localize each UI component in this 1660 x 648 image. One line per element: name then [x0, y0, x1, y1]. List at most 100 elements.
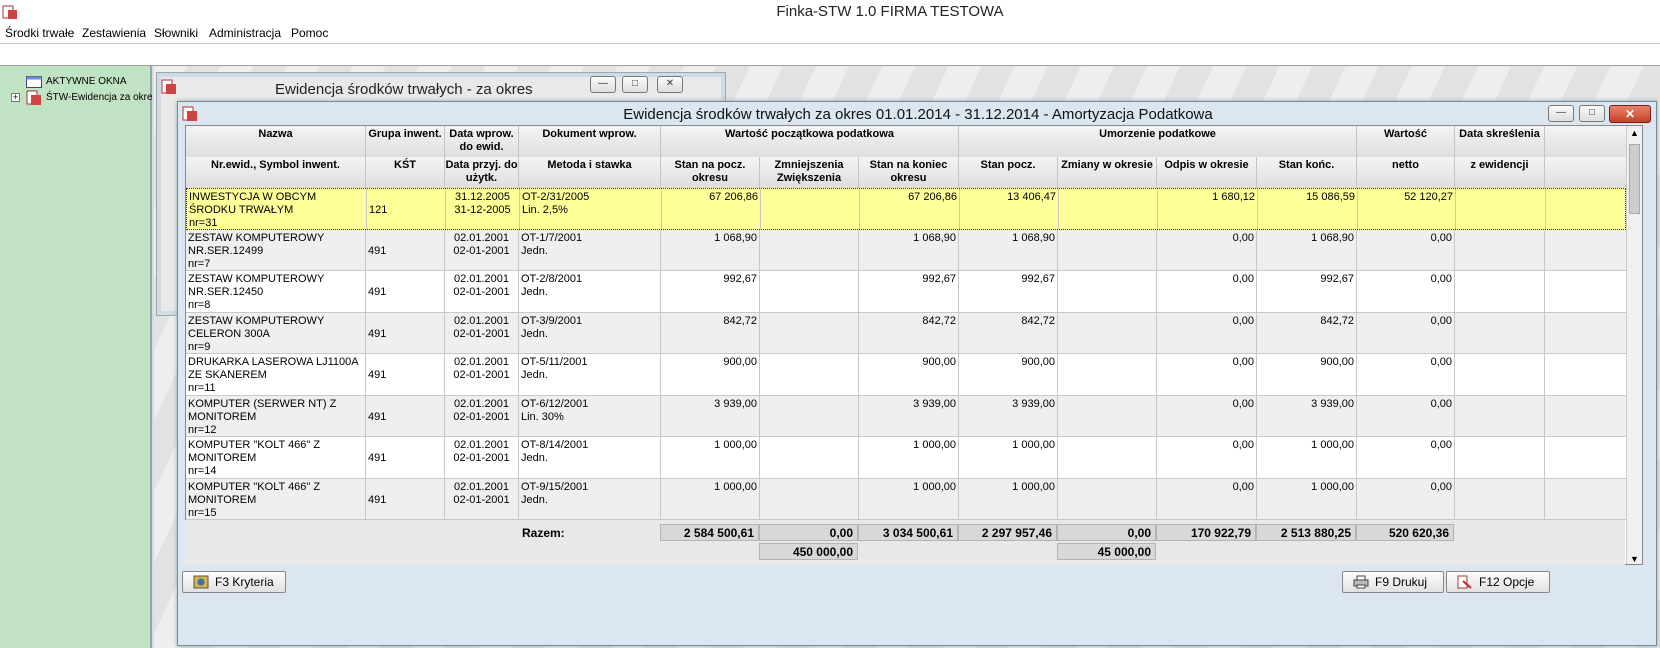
cell-text: INWESTYCJA W OBCYM ŚRODKU TRWAŁYM [189, 191, 317, 216]
table-row[interactable]: INWESTYCJA W OBCYM ŚRODKU TRWAŁYM nr=31 12… [186, 188, 1626, 230]
total-dep-change-increase: 45 000,00 [1057, 543, 1156, 560]
maximize-button[interactable]: □ [622, 76, 648, 93]
cell-dates: 02.01.2001 02-01-2001 [445, 312, 519, 353]
cell-u-chg [1058, 478, 1157, 519]
cell-u-chg [1058, 312, 1157, 353]
cell-text: OT-8/14/2001 [521, 439, 589, 451]
col-group-header[interactable]: Grupa inwent. [366, 126, 445, 157]
cell-start: 1 000,00 [661, 478, 760, 519]
col-method-header[interactable]: Metoda i stawka [519, 157, 661, 188]
col-dep-end-header[interactable]: Stan końc. [1257, 157, 1357, 188]
col-document-header[interactable]: Dokument wprow. [519, 126, 661, 157]
table-row[interactable]: ZESTAW KOMPUTEROWY CELERON 300A nr=9 491 02… [186, 312, 1626, 354]
cell-group: 491 [366, 229, 445, 270]
cell-dates: 02.01.2001 02-01-2001 [445, 395, 519, 436]
toolbar [0, 44, 1660, 66]
cell-odpis: 0,00 [1157, 312, 1257, 353]
col-number-header[interactable]: Nr.ewid., Symbol inwent. [186, 157, 366, 188]
assets-table[interactable]: Nazwa Grupa inwent. Data wprow. do ewid.… [185, 125, 1643, 565]
cell-text: nr=7 [188, 257, 211, 270]
total-change-increase: 450 000,00 [759, 543, 858, 560]
cell-end: 900,00 [859, 354, 959, 395]
cell-dates: 02.01.2001 02-01-2001 [445, 478, 519, 519]
menu-slowniki[interactable]: Słowniki [154, 26, 198, 40]
tree-child-label: ŚTW-Ewidencja za okre [46, 92, 153, 103]
col-writeoff-header[interactable]: Odpis w okresie [1157, 157, 1257, 188]
close-button[interactable]: ✕ [657, 76, 683, 93]
col-depreciation-header[interactable]: Umorzenie podatkowe [959, 126, 1357, 157]
col-start-header[interactable]: Stan na pocz. okresu [661, 157, 760, 188]
scroll-up-icon[interactable]: ▲ [1630, 128, 1639, 138]
cell-end: 1 000,00 [859, 478, 959, 519]
cell-dates: 02.01.2001 02-01-2001 [445, 271, 519, 312]
cell-text: Jedn. [521, 452, 548, 464]
col-value-header[interactable]: Wartość [1357, 126, 1455, 157]
cell-text: Jedn. [521, 493, 548, 506]
close-button[interactable]: ✕ [1609, 105, 1651, 123]
menu-pomoc[interactable]: Pomoc [291, 26, 328, 40]
menu-administracja[interactable]: Administracja [209, 26, 281, 40]
vertical-scrollbar[interactable]: ▲ ▼ [1626, 126, 1642, 564]
cell-text: 0,00 [1430, 273, 1452, 285]
table-row[interactable]: ZESTAW KOMPUTEROWY NR.SER.12499 nr=7 491 02… [186, 229, 1626, 271]
maximize-button[interactable]: □ [1579, 105, 1605, 122]
col-initial-value-header[interactable]: Wartość początkowa podatkowa [661, 126, 959, 157]
cell-u-end: 1 068,90 [1257, 229, 1357, 270]
col-end-header[interactable]: Stan na koniec okresu [859, 157, 959, 188]
col-deletion-header[interactable]: Data skreślenia [1455, 126, 1545, 157]
filter-icon [193, 575, 209, 589]
minimize-button[interactable]: — [590, 76, 616, 93]
col-dep-start-header[interactable]: Stan pocz. [959, 157, 1058, 188]
cell-text: 3 939,00 [913, 397, 956, 410]
criteria-button[interactable]: F3 Kryteria [182, 571, 286, 593]
cell-name: DRUKARKA LASEROWA LJ1100A ZE SKANEREM nr=… [186, 354, 366, 395]
col-accept-date-header[interactable]: Data przyj. do użytk. [445, 157, 519, 188]
cell-text: 31.12.2005 [454, 191, 511, 203]
menu-zestawienia[interactable]: Zestawienia [82, 26, 146, 40]
cell-chg [760, 437, 859, 478]
total-change: 0,00 [759, 524, 858, 541]
minimize-button[interactable]: — [1548, 105, 1574, 122]
cell-start: 1 068,90 [661, 229, 760, 270]
menu-srodki-trwale[interactable]: Środki trwałe [5, 26, 74, 40]
col-dep-change-header[interactable]: Zmiany w okresie [1058, 157, 1157, 188]
cell-text: 1 000,00 [1311, 480, 1354, 493]
cell-text: nr=8 [188, 299, 211, 311]
cell-text: OT-5/11/2001 [521, 356, 588, 368]
options-button[interactable]: F12 Opcje [1446, 571, 1550, 593]
cell-text: 1 000,00 [714, 439, 757, 451]
scroll-thumb[interactable] [1629, 144, 1640, 214]
window-title: Ewidencja środków trwałych za okres 01.0… [623, 106, 1213, 123]
cell-text: 1 000,00 [1012, 439, 1055, 451]
cell-group: 491 [366, 395, 445, 436]
col-kst-header[interactable]: KŚT [366, 157, 445, 188]
cell-text: 900,00 [1021, 356, 1055, 368]
menubar: Środki trwałe Zestawienia Słowniki Admin… [0, 24, 1660, 44]
cell-netto: 0,00 [1357, 271, 1455, 312]
scroll-down-icon[interactable]: ▼ [1630, 554, 1639, 564]
cell-u-start: 992,67 [959, 271, 1058, 312]
col-deletion2-header[interactable]: z ewidencji [1455, 157, 1545, 188]
table-row[interactable]: KOMPUTER "KOLT 466" Z MONITOREM nr=14 491 0… [186, 437, 1626, 479]
expand-icon[interactable]: + [11, 93, 20, 102]
table-row[interactable]: ZESTAW KOMPUTEROWY NR.SER.12450 nr=8 491 02… [186, 271, 1626, 313]
col-date-header[interactable]: Data wprow. do ewid. [445, 126, 519, 157]
cell-text: 02-01-2001 [453, 244, 510, 257]
cell-end: 67 206,86 [860, 189, 960, 229]
table-row[interactable]: KOMPUTER (SERWER NT) Z MONITOREM nr=12 491… [186, 395, 1626, 437]
cell-text: nr=14 [188, 465, 217, 477]
cell-text: 1 068,90 [913, 231, 956, 244]
cell-text: 0,00 [1430, 314, 1452, 327]
cell-text: 1 068,90 [1311, 231, 1354, 244]
col-name-header[interactable]: Nazwa [186, 126, 366, 157]
cell-text: 0,00 [1430, 480, 1452, 493]
window-evidence-tax[interactable]: Ewidencja środków trwałych za okres 01.0… [177, 101, 1657, 646]
col-net-header[interactable]: netto [1357, 157, 1455, 188]
table-row[interactable]: DRUKARKA LASEROWA LJ1100A ZE SKANEREM nr=… [186, 354, 1626, 396]
cell-u-start: 1 068,90 [959, 229, 1058, 270]
cell-netto: 52 120,27 [1358, 189, 1456, 229]
print-button[interactable]: F9 Drukuj [1342, 571, 1444, 593]
cell-netto: 0,00 [1357, 229, 1455, 270]
col-change-header[interactable]: Zmniejszenia Zwiększenia [760, 157, 859, 188]
table-row[interactable]: KOMPUTER "KOLT 466" Z MONITOREM nr=15 491 0… [186, 478, 1626, 520]
